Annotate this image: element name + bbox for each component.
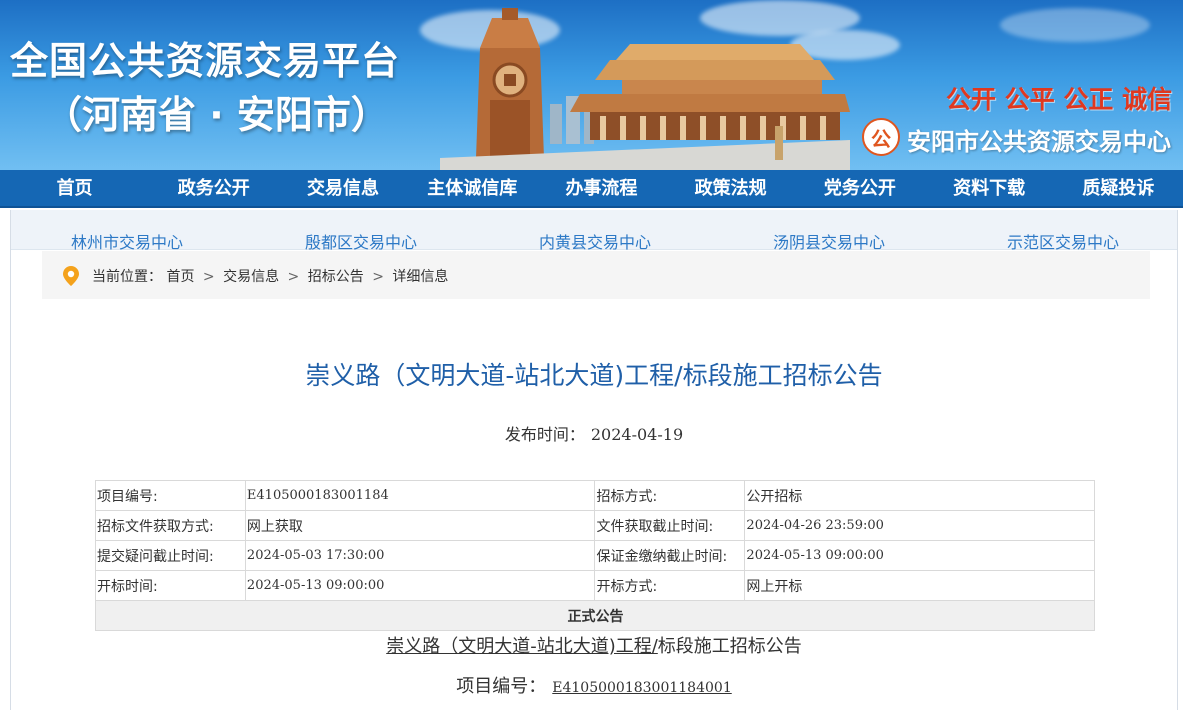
subsite-link-neihuang[interactable]: 内黄县交易中心 [539, 229, 651, 253]
table-cell-label: 文件获取截止时间: [594, 510, 746, 541]
document-project-code: 项目编号： E4105000183001184001 [11, 672, 1177, 698]
table-cell-value: 2024-04-26 23:59:00 [744, 510, 1095, 541]
subsite-link-linzhou[interactable]: 林州市交易中心 [71, 229, 183, 253]
nav-item-government-affairs[interactable]: 政务公开 [149, 170, 278, 208]
nav-item-home[interactable]: 首页 [0, 170, 149, 208]
table-row: 开标时间: 2024-05-13 09:00:00 开标方式: 网上开标 [95, 570, 1095, 601]
official-notice-label: 正式公告 [95, 600, 1095, 631]
subsite-link-demo-zone[interactable]: 示范区交易中心 [1007, 229, 1119, 253]
trading-center-logo: 公 [862, 118, 900, 156]
breadcrumb-trail: 当前位置： 首页 > 交易信息 > 招标公告 > 详细信息 [92, 266, 448, 286]
subsite-link-tangyin[interactable]: 汤阴县交易中心 [773, 229, 885, 253]
trading-center-name: 安阳市公共资源交易中心 [907, 128, 1171, 156]
breadcrumb-prefix: 当前位置： [92, 269, 162, 285]
table-cell-label: 招标方式: [594, 480, 746, 511]
table-cell-value: 2024-05-13 09:00:00 [244, 570, 596, 601]
breadcrumb-link-tender-notice[interactable]: 招标公告 [308, 269, 364, 285]
table-cell-label: 开标时间: [95, 570, 246, 601]
table-cell-label: 招标文件获取方式: [95, 510, 246, 541]
project-code-value: E4105000183001184001 [552, 680, 732, 696]
breadcrumb: 当前位置： 首页 > 交易信息 > 招标公告 > 详细信息 [42, 251, 1150, 299]
exchange-building-illustration [440, 8, 850, 170]
publish-date: 2024-04-19 [590, 425, 684, 444]
location-pin-icon [63, 266, 79, 286]
article-title: 崇义路（文明大道-站北大道)工程/标段施工招标公告 [305, 361, 883, 390]
sub-center-links: 林州市交易中心 殷都区交易中心 内黄县交易中心 汤阴县交易中心 示范区交易中心 [11, 210, 1177, 253]
nav-item-trading-info[interactable]: 交易信息 [278, 170, 407, 208]
site-title: 全国公共资源交易平台 [10, 39, 401, 83]
document-heading-rest: 标段施工招标公告 [657, 636, 802, 657]
slogan-text: 公开 公平 公正 诚信 [946, 85, 1173, 114]
breadcrumb-link-trading-info[interactable]: 交易信息 [223, 269, 279, 285]
table-cell-value: 网上开标 [744, 570, 1095, 601]
table-row: 招标文件获取方式: 网上获取 文件获取截止时间: 2024-04-26 23:5… [95, 510, 1095, 541]
breadcrumb-link-home[interactable]: 首页 [166, 269, 194, 285]
nav-item-procedures[interactable]: 办事流程 [537, 170, 666, 208]
official-notice-row: 正式公告 [95, 600, 1095, 631]
breadcrumb-separator: > [202, 269, 215, 285]
table-cell-value: 2024-05-13 09:00:00 [744, 540, 1095, 571]
tender-info-table: 项目编号: E4105000183001184 招标方式: 公开招标 招标文件获… [95, 480, 1095, 631]
breadcrumb-separator: > [372, 269, 384, 285]
publish-info: 发布时间： 2024-04-19 [11, 421, 1177, 445]
table-cell-label: 项目编号: [95, 480, 246, 511]
document-heading-underlined: 崇义路（文明大道-站北大道)工程/ [386, 636, 658, 657]
main-nav: 首页 政务公开 交易信息 主体诚信库 办事流程 政策法规 党务公开 资料下载 质… [0, 170, 1183, 208]
table-cell-value: 2024-05-03 17:30:00 [244, 540, 596, 571]
table-cell-label: 提交疑问截止时间: [95, 540, 246, 571]
breadcrumb-separator: > [287, 269, 300, 285]
subsite-link-yindu[interactable]: 殷都区交易中心 [305, 229, 417, 253]
site-banner: 全国公共资源交易平台 （河南省 · 安阳市） 公开 公平 公正 诚信 公 安阳市… [0, 0, 1183, 170]
table-cell-label: 保证金缴纳截止时间: [594, 540, 746, 571]
nav-item-credit-database[interactable]: 主体诚信库 [408, 170, 537, 208]
site-subtitle: （河南省 · 安阳市） [44, 93, 389, 137]
table-cell-value: 公开招标 [744, 480, 1095, 511]
document-heading: 崇义路（文明大道-站北大道)工程/标段施工招标公告 [11, 632, 1177, 658]
content-area: 林州市交易中心 殷都区交易中心 内黄县交易中心 汤阴县交易中心 示范区交易中心 … [10, 210, 1178, 710]
table-cell-label: 开标方式: [594, 570, 746, 601]
table-row: 项目编号: E4105000183001184 招标方式: 公开招标 [95, 480, 1095, 511]
cloud-decoration [1000, 8, 1150, 42]
table-cell-value: E4105000183001184 [244, 480, 596, 511]
nav-item-complaints[interactable]: 质疑投诉 [1054, 170, 1183, 208]
publish-label: 发布时间： [504, 425, 585, 444]
table-cell-value: 网上获取 [244, 510, 596, 541]
nav-item-downloads[interactable]: 资料下载 [925, 170, 1054, 208]
nav-item-policies[interactable]: 政策法规 [666, 170, 795, 208]
table-row: 提交疑问截止时间: 2024-05-03 17:30:00 保证金缴纳截止时间:… [95, 540, 1095, 571]
nav-item-party-affairs[interactable]: 党务公开 [795, 170, 924, 208]
breadcrumb-current: 详细信息 [392, 269, 449, 285]
project-code-label: 项目编号： [456, 676, 547, 697]
